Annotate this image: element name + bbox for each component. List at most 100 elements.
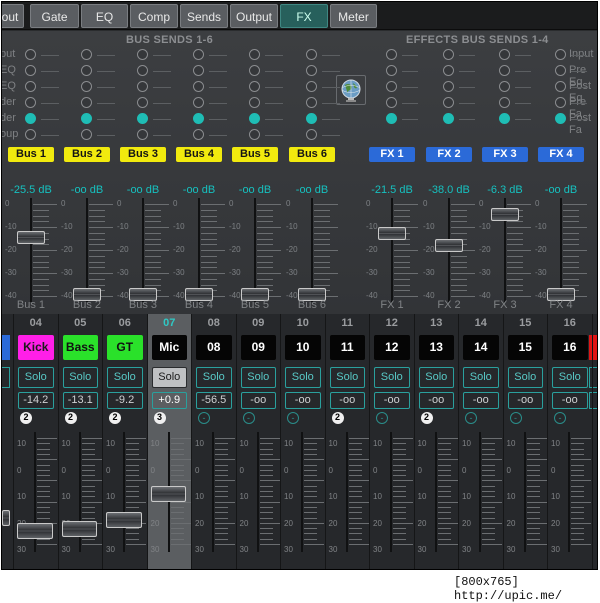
bus_sends-send-point-radio[interactable]: [81, 81, 92, 92]
tab-output[interactable]: Output: [230, 4, 278, 28]
tab-sends[interactable]: Sends: [180, 4, 228, 28]
fader-track[interactable]: [254, 198, 256, 302]
group-indicator[interactable]: -: [554, 412, 566, 424]
bus_sends-send-point-radio[interactable]: [81, 129, 92, 140]
solo-button[interactable]: Solo: [552, 367, 588, 388]
fx_sends-badge-2[interactable]: FX 2: [426, 147, 472, 162]
fader-track[interactable]: [301, 432, 304, 552]
fx_sends-fader-cap[interactable]: [378, 227, 406, 241]
fader-track[interactable]: [523, 432, 526, 552]
bus_sends-send-point-radio[interactable]: [249, 49, 260, 60]
group-indicator[interactable]: -: [287, 412, 299, 424]
fx_sends-send-point-radio[interactable]: [499, 97, 510, 108]
channel-name-button[interactable]: 16: [552, 335, 588, 360]
channel-name-button[interactable]: Bass: [62, 335, 98, 360]
bus_sends-badge-1[interactable]: Bus 1: [8, 147, 54, 162]
tab-out[interactable]: out: [2, 4, 24, 28]
fx_sends-send-point-radio[interactable]: [386, 65, 397, 76]
fx_sends-send-point-radio[interactable]: [443, 65, 454, 76]
bus_sends-send-point-radio[interactable]: [137, 129, 148, 140]
fader-track[interactable]: [123, 432, 126, 552]
fx_sends-send-point-radio[interactable]: [386, 81, 397, 92]
bus_sends-send-point-radio[interactable]: [249, 113, 260, 124]
bus_sends-badge-6[interactable]: Bus 6: [289, 147, 335, 162]
bus_sends-send-point-radio[interactable]: [137, 113, 148, 124]
tab-fx[interactable]: FX: [280, 4, 328, 28]
bus_sends-send-point-radio[interactable]: [249, 65, 260, 76]
bus_sends-send-point-radio[interactable]: [25, 81, 36, 92]
channel-fader-cap[interactable]: [61, 520, 97, 537]
group-indicator[interactable]: 2: [109, 412, 121, 424]
bus_sends-send-point-radio[interactable]: [306, 81, 317, 92]
fader-track[interactable]: [434, 432, 437, 552]
group-indicator[interactable]: 2: [420, 412, 433, 424]
fader-track[interactable]: [479, 432, 482, 552]
fader-track[interactable]: [568, 432, 571, 552]
solo-button[interactable]: Solo: [329, 367, 365, 388]
solo-button[interactable]: Solo: [151, 367, 187, 388]
fx_sends-send-point-radio[interactable]: [386, 97, 397, 108]
fx_sends-badge-3[interactable]: FX 3: [482, 147, 528, 162]
channel-fader-cap[interactable]: [17, 522, 53, 539]
bus_sends-send-point-radio[interactable]: [81, 97, 92, 108]
channel-name-button[interactable]: 15: [507, 335, 543, 360]
fx_sends-send-point-radio[interactable]: [386, 113, 397, 124]
bus_sends-send-point-radio[interactable]: [137, 81, 148, 92]
solo-button[interactable]: Solo: [507, 367, 543, 388]
bus_sends-send-point-radio[interactable]: [249, 129, 260, 140]
bus_sends-send-point-radio[interactable]: [306, 113, 317, 124]
bus_sends-send-point-radio[interactable]: [306, 97, 317, 108]
tab-meter[interactable]: Meter: [330, 4, 377, 28]
bus_sends-send-point-radio[interactable]: [81, 65, 92, 76]
bus_sends-send-point-radio[interactable]: [25, 113, 36, 124]
solo-button[interactable]: Solo: [196, 367, 232, 388]
channel-name-button[interactable]: Mic: [151, 335, 187, 360]
fx_sends-send-point-radio[interactable]: [555, 65, 566, 76]
fader-track[interactable]: [311, 198, 313, 302]
fx_sends-send-point-radio[interactable]: [443, 49, 454, 60]
fader-track[interactable]: [345, 432, 348, 552]
tab-comp[interactable]: Comp: [130, 4, 178, 28]
bus_sends-send-point-radio[interactable]: [25, 129, 36, 140]
channel-fader-cap[interactable]: [150, 485, 186, 502]
bus_sends-send-point-radio[interactable]: [25, 65, 36, 76]
channel-name-button[interactable]: 13: [418, 335, 454, 360]
group-indicator[interactable]: 2: [20, 412, 32, 424]
fx_sends-fader-cap[interactable]: [491, 207, 519, 221]
fx_sends-send-point-radio[interactable]: [555, 113, 566, 124]
bus_sends-send-point-radio[interactable]: [81, 113, 92, 124]
globe-button[interactable]: [336, 75, 366, 105]
group-indicator[interactable]: 2: [331, 412, 344, 424]
bus_sends-send-point-radio[interactable]: [193, 97, 204, 108]
bus_sends-send-point-radio[interactable]: [193, 113, 204, 124]
bus_sends-fader-cap[interactable]: [17, 230, 45, 244]
bus_sends-send-point-radio[interactable]: [193, 65, 204, 76]
channel-name-button[interactable]: 11: [329, 335, 365, 360]
bus_sends-send-point-radio[interactable]: [137, 49, 148, 60]
fader-track[interactable]: [391, 198, 393, 302]
fader-track[interactable]: [86, 198, 88, 302]
group-indicator[interactable]: -: [376, 412, 388, 424]
group-indicator[interactable]: -: [242, 412, 255, 424]
fader-cap-partial[interactable]: [2, 510, 10, 526]
channel-name-button[interactable]: 10: [285, 335, 321, 360]
bus_sends-send-point-radio[interactable]: [249, 97, 260, 108]
tab-eq[interactable]: EQ: [81, 4, 128, 28]
fader-track[interactable]: [212, 432, 215, 552]
bus_sends-badge-5[interactable]: Bus 5: [232, 147, 278, 162]
fx_sends-send-point-radio[interactable]: [499, 49, 510, 60]
fader-track[interactable]: [560, 198, 562, 302]
bus_sends-send-point-radio[interactable]: [193, 81, 204, 92]
bus_sends-send-point-radio[interactable]: [137, 97, 148, 108]
fader-track[interactable]: [30, 198, 32, 302]
tab-gate[interactable]: Gate: [30, 4, 79, 28]
channel-fader-cap[interactable]: [106, 512, 142, 529]
solo-button[interactable]: Solo: [62, 367, 98, 388]
bus_sends-send-point-radio[interactable]: [81, 49, 92, 60]
solo-button[interactable]: Solo: [107, 367, 143, 388]
solo-button[interactable]: Solo: [418, 367, 454, 388]
channel-name-button[interactable]: 08: [196, 335, 232, 360]
fx_sends-send-point-radio[interactable]: [499, 65, 510, 76]
solo-button[interactable]: Solo: [463, 367, 499, 388]
bus_sends-send-point-radio[interactable]: [25, 49, 36, 60]
